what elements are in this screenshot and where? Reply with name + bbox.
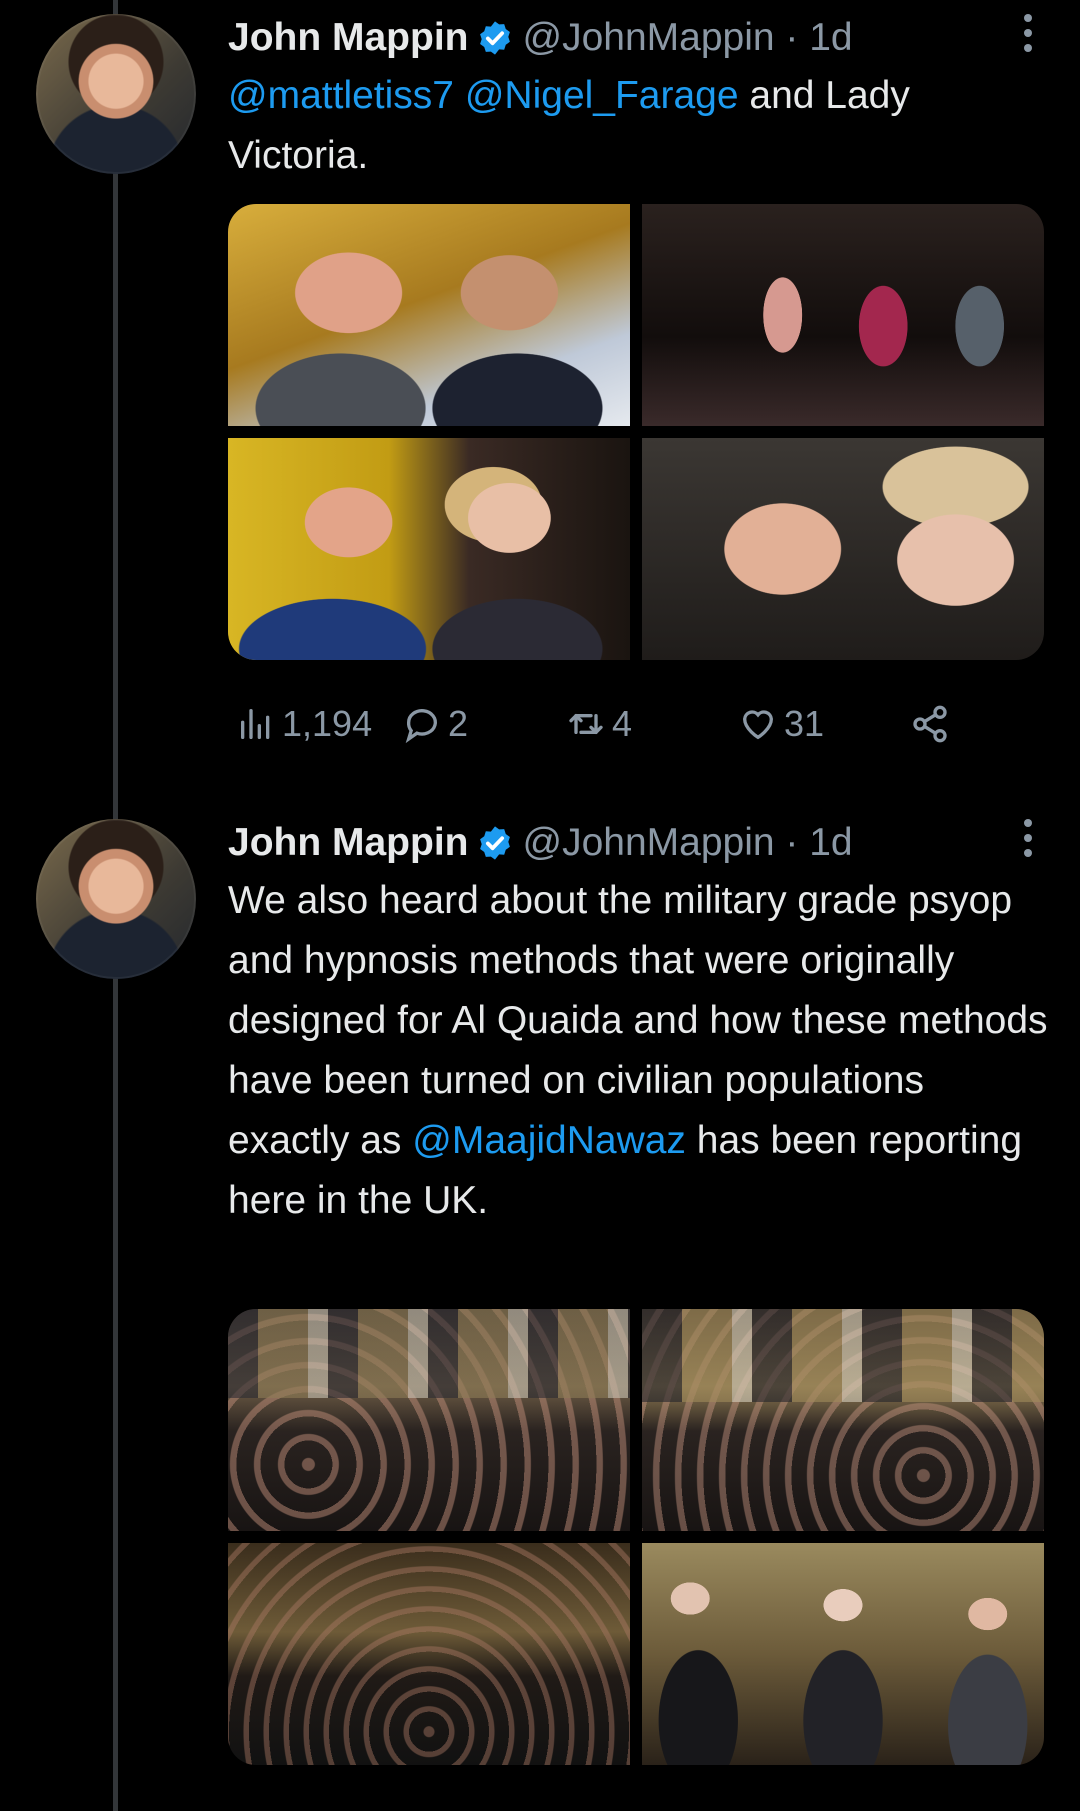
photo-crowd-hall-3[interactable]	[228, 1543, 630, 1765]
tweet-header: John Mappin @JohnMappin · 1d	[228, 813, 1080, 873]
retweet-button[interactable]: 4	[566, 694, 632, 754]
author-handle[interactable]: @JohnMappin · 1d	[522, 821, 852, 865]
tweet-actions: 1,194 2 4 31	[236, 694, 996, 754]
avatar[interactable]	[36, 14, 196, 174]
like-button[interactable]: 31	[738, 694, 824, 754]
photo-two-men-selfie[interactable]	[228, 204, 630, 426]
media-grid	[228, 204, 1044, 660]
verified-badge-icon	[480, 826, 511, 860]
like-count: 31	[784, 703, 825, 744]
media-grid	[228, 1309, 1044, 1765]
views-button[interactable]: 1,194	[236, 694, 372, 754]
like-icon	[742, 710, 774, 740]
tweet-header: John Mappin @JohnMappin · 1d	[228, 8, 1080, 68]
retweet-icon	[569, 714, 603, 734]
photo-speakers[interactable]	[642, 1543, 1044, 1765]
mention-link[interactable]: @MaajidNawaz	[412, 1119, 686, 1162]
share-button[interactable]	[910, 694, 956, 754]
avatar[interactable]	[36, 819, 196, 979]
verified-badge-icon	[480, 21, 511, 55]
text-span	[454, 74, 465, 117]
tweet-2[interactable]: John Mappin @JohnMappin · 1d We also hea…	[0, 805, 1080, 1811]
tweet-text: We also heard about the military grade p…	[228, 871, 1048, 1231]
views-icon	[241, 709, 270, 739]
share-icon	[913, 705, 947, 743]
tweet-1[interactable]: John Mappin @JohnMappin · 1d @mattletiss…	[0, 0, 1080, 800]
reply-count: 2	[448, 703, 469, 744]
retweet-count: 4	[612, 703, 633, 744]
reply-icon	[405, 709, 437, 744]
more-options-icon[interactable]	[1022, 819, 1034, 861]
photo-crowd-hall-1[interactable]	[228, 1309, 630, 1531]
author-name[interactable]: John Mappin	[228, 821, 468, 865]
photo-farage-with-woman[interactable]	[228, 438, 630, 660]
photo-crowd-hall-2[interactable]	[642, 1309, 1044, 1531]
photo-party-guests[interactable]	[642, 204, 1044, 426]
views-count: 1,194	[282, 703, 373, 744]
tweet-text: @mattletiss7 @Nigel_Farage and Lady Vict…	[228, 66, 1048, 186]
mention-link[interactable]: @Nigel_Farage	[465, 74, 739, 117]
reply-button[interactable]: 2	[402, 694, 468, 754]
author-handle[interactable]: @JohnMappin · 1d	[522, 16, 852, 60]
more-options-icon[interactable]	[1022, 14, 1034, 56]
mention-link[interactable]: @mattletiss7	[228, 74, 454, 117]
author-name[interactable]: John Mappin	[228, 16, 468, 60]
photo-couple-selfie[interactable]	[642, 438, 1044, 660]
